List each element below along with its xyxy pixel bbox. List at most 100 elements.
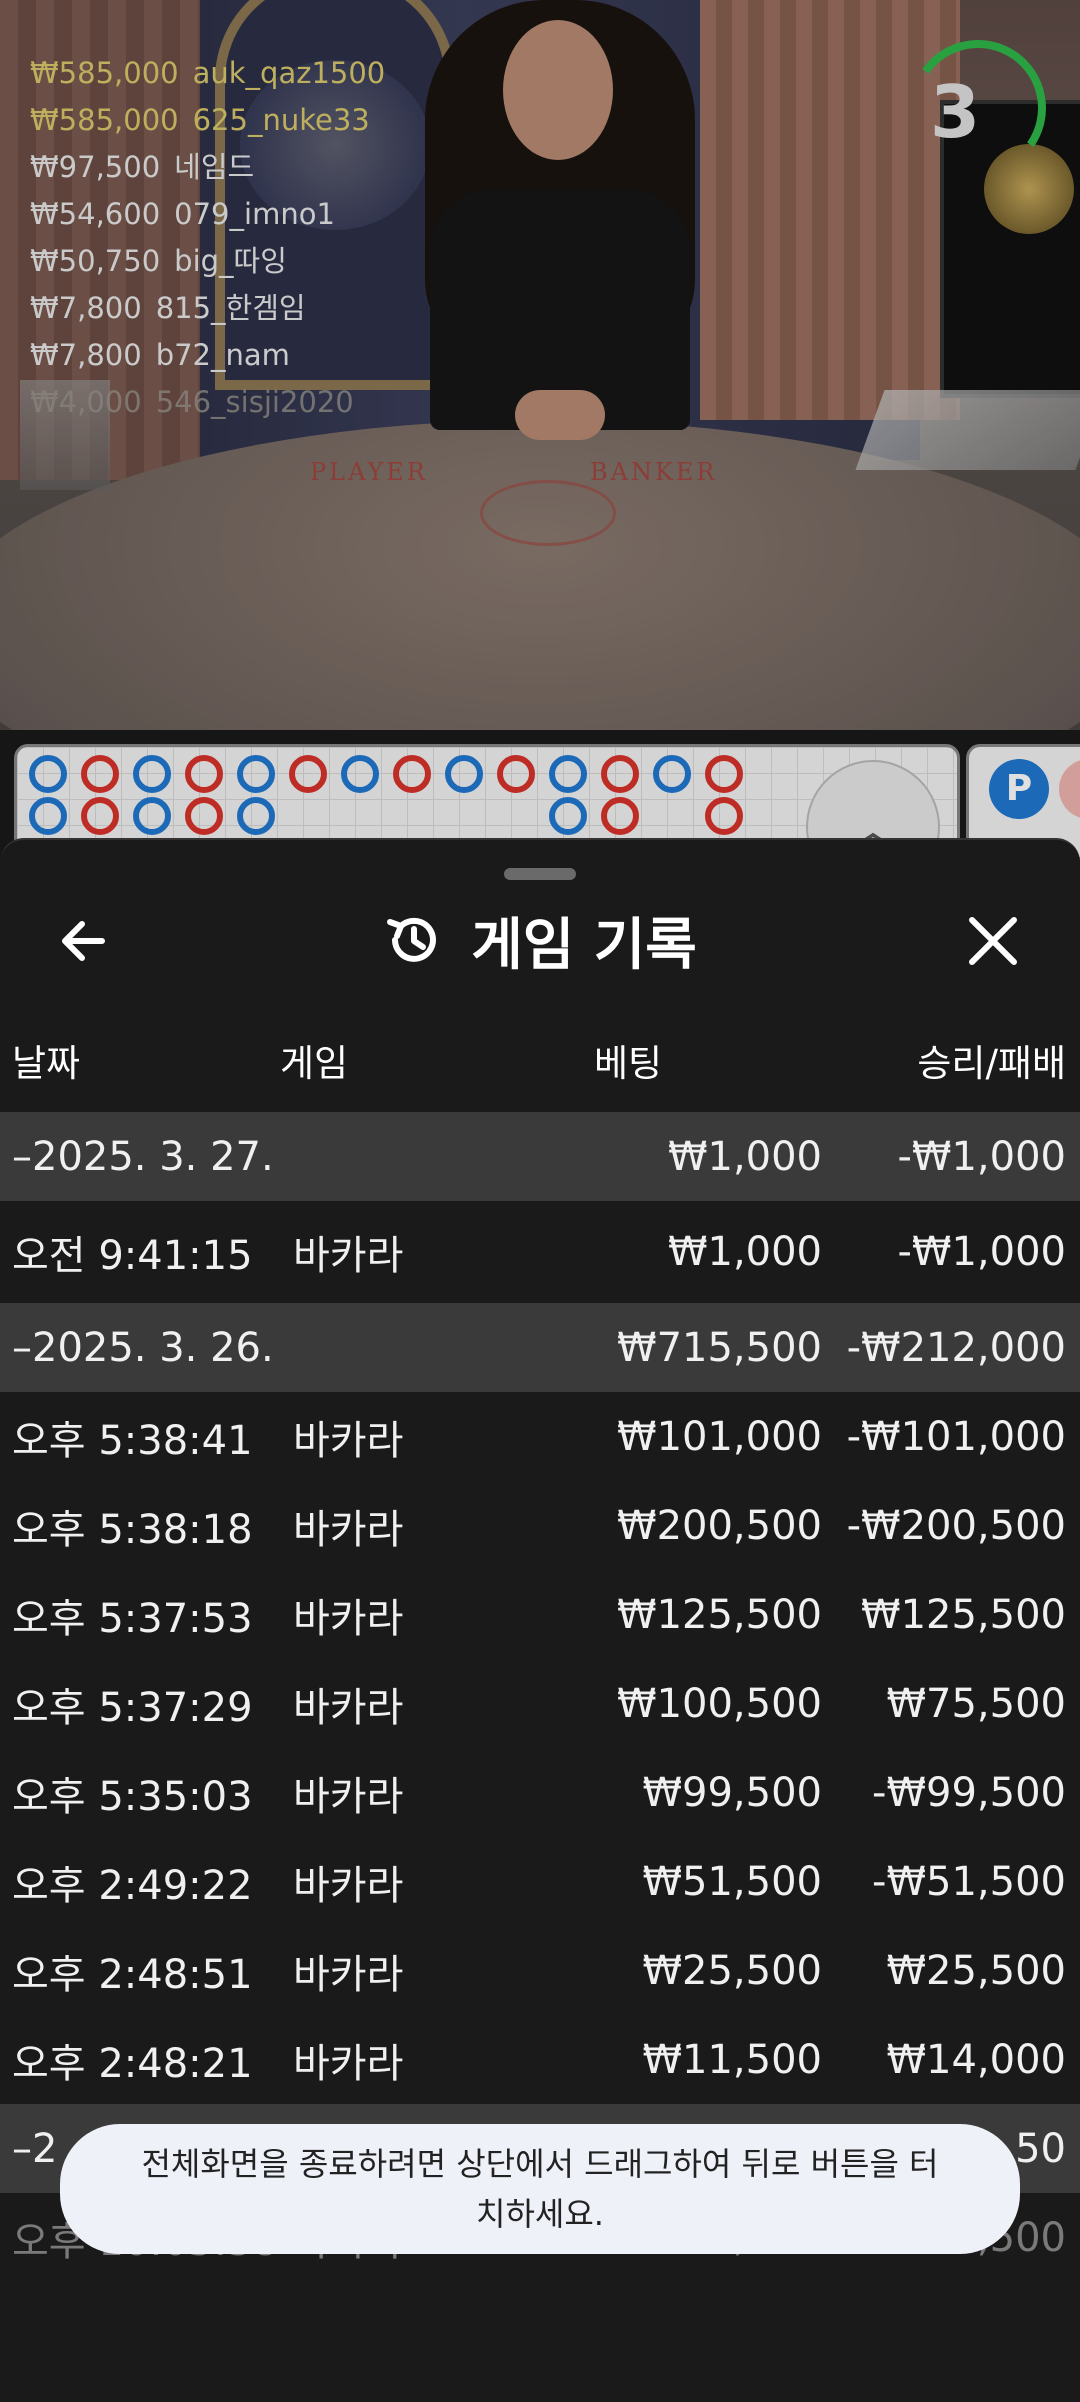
row-result: ₩75,500 bbox=[886, 1680, 1066, 1727]
winner-entry: ₩585,000 auk_qaz1500 bbox=[30, 50, 385, 97]
banker-bead bbox=[601, 755, 639, 793]
drag-handle[interactable] bbox=[504, 868, 576, 880]
column-header-date: 날짜 bbox=[12, 1042, 81, 1085]
group-date: –2 bbox=[12, 2125, 58, 2172]
player-bead bbox=[237, 797, 275, 835]
banker-bead bbox=[185, 797, 223, 835]
row-bet: ₩11,500 bbox=[642, 2036, 822, 2083]
group-result-total: -₩1,000 bbox=[897, 1133, 1067, 1180]
winner-name: 625_nuke33 bbox=[192, 103, 370, 137]
winners-list: ₩585,000 auk_qaz1500 ₩585,000 625_nuke33 ₩97… bbox=[30, 50, 385, 426]
row-game: 바카라 bbox=[293, 1684, 404, 1731]
winner-amount: ₩585,000 bbox=[30, 56, 179, 90]
table-emblem bbox=[480, 480, 616, 546]
group-date: –2025. 3. 27. bbox=[12, 1133, 274, 1180]
row-bet: ₩25,500 bbox=[642, 1947, 822, 1994]
row-result: -₩101,000 bbox=[846, 1413, 1066, 1460]
row-game: 바카라 bbox=[293, 1595, 404, 1642]
row-game: 바카라 bbox=[293, 1233, 404, 1279]
history-icon bbox=[387, 917, 437, 962]
row-result: ₩125,500 bbox=[861, 1591, 1066, 1638]
winner-name: 079_imno1 bbox=[174, 197, 335, 231]
row-bet: ₩99,500 bbox=[642, 1769, 822, 1816]
dealer-face bbox=[503, 20, 613, 160]
column-header-bet: 베팅 bbox=[594, 1042, 663, 1085]
column-header-game: 게임 bbox=[280, 1042, 349, 1085]
date-group-row[interactable]: –2025. 3. 27. ₩1,000 -₩1,000 bbox=[0, 1112, 1080, 1201]
banker-badge bbox=[1059, 759, 1080, 819]
banker-bead bbox=[705, 797, 743, 835]
player-bead bbox=[445, 755, 483, 793]
winner-amount: ₩7,800 bbox=[30, 291, 142, 325]
player-bead bbox=[29, 797, 67, 835]
row-game: 바카라 bbox=[293, 1506, 404, 1553]
row-time: 오후 2:49:22 bbox=[12, 1862, 253, 1909]
row-bet: ₩101,000 bbox=[617, 1413, 822, 1460]
banker-bead bbox=[81, 755, 119, 793]
player-bead bbox=[133, 755, 171, 793]
row-game: 바카라 bbox=[293, 1417, 404, 1464]
countdown-timer: 3 bbox=[930, 70, 981, 154]
winner-name: 네임드 bbox=[174, 150, 255, 184]
winner-entry: ₩54,600 079_imno1 bbox=[30, 191, 385, 238]
winner-entry: ₩50,750 big_따잉 bbox=[30, 238, 385, 285]
row-time: 오후 5:37:53 bbox=[12, 1595, 253, 1642]
row-time: 오전 9:41:15 bbox=[12, 1233, 253, 1279]
group-bet-total: ₩715,500 bbox=[617, 1324, 822, 1371]
winner-name: 546_sisji2020 bbox=[155, 385, 354, 419]
history-row[interactable]: 오후 2:49:22 바카라 ₩51,500 -₩51,500 bbox=[0, 1837, 1080, 1926]
history-row[interactable]: 오후 2:48:21 바카라 ₩11,500 ₩14,000 bbox=[0, 2015, 1080, 2104]
banker-bead bbox=[601, 797, 639, 835]
winner-entry: ₩585,000 625_nuke33 bbox=[30, 97, 385, 144]
winner-entry: ₩7,800 815_한겜임 bbox=[30, 285, 385, 332]
player-bead bbox=[653, 755, 691, 793]
row-bet: ₩125,500 bbox=[617, 1591, 822, 1638]
row-time: 오후 5:38:41 bbox=[12, 1417, 253, 1464]
column-header-result: 승리/패배 bbox=[917, 1042, 1066, 1085]
fullscreen-toast: 전체화면을 종료하려면 상단에서 드래그하여 뒤로 버튼을 터치하세요. bbox=[60, 2124, 1020, 2254]
winner-entry: ₩4,000 546_sisji2020 bbox=[30, 379, 385, 426]
row-result: -₩51,500 bbox=[872, 1858, 1066, 1905]
winner-amount: ₩4,000 bbox=[30, 385, 142, 419]
winner-amount: ₩97,500 bbox=[30, 150, 161, 184]
banker-bead bbox=[185, 755, 223, 793]
player-bead bbox=[549, 797, 587, 835]
history-row[interactable]: 오후 5:37:29 바카라 ₩100,500 ₩75,500 bbox=[0, 1659, 1080, 1748]
close-icon[interactable] bbox=[958, 906, 1028, 976]
history-row[interactable]: 오후 2:48:51 바카라 ₩25,500 ₩25,500 bbox=[0, 1926, 1080, 2015]
row-game: 바카라 bbox=[293, 1862, 404, 1909]
player-bead bbox=[549, 755, 587, 793]
banker-bead bbox=[393, 755, 431, 793]
date-group-row[interactable]: –2025. 3. 26. ₩715,500 -₩212,000 bbox=[0, 1303, 1080, 1392]
history-row[interactable]: 오후 5:38:41 바카라 ₩101,000 -₩101,000 bbox=[0, 1392, 1080, 1481]
group-result-total: -₩212,000 bbox=[846, 1324, 1066, 1371]
row-result: -₩200,500 bbox=[846, 1502, 1066, 1549]
row-result: ₩25,500 bbox=[886, 1947, 1066, 1994]
group-date: –2025. 3. 26. bbox=[12, 1324, 274, 1371]
banker-bead bbox=[81, 797, 119, 835]
row-time: 오후 5:35:03 bbox=[12, 1773, 253, 1820]
live-video[interactable]: PLAYER BANKER 3 ₩585,000 auk_qaz1500 ₩585,… bbox=[0, 0, 1080, 730]
row-bet: ₩100,500 bbox=[617, 1680, 822, 1727]
row-bet: ₩51,500 bbox=[642, 1858, 822, 1905]
table-label-player: PLAYER bbox=[310, 458, 428, 486]
table-label-banker: BANKER bbox=[590, 458, 718, 486]
row-result: -₩1,000 bbox=[897, 1229, 1067, 1275]
banker-bead bbox=[705, 755, 743, 793]
winner-name: b72_nam bbox=[155, 338, 290, 372]
group-result-total: 50 bbox=[1015, 2125, 1066, 2172]
toast-message: 전체화면을 종료하려면 상단에서 드래그하여 뒤로 버튼을 터치하세요. bbox=[141, 2145, 939, 2233]
history-row[interactable]: 오후 5:37:53 바카라 ₩125,500 ₩125,500 bbox=[0, 1570, 1080, 1659]
winner-name: auk_qaz1500 bbox=[192, 56, 386, 90]
history-row[interactable]: 오전 9:41:15 바카라 ₩1,000 -₩1,000 bbox=[0, 1201, 1080, 1303]
row-game: 바카라 bbox=[293, 2040, 404, 2087]
row-time: 오후 5:37:29 bbox=[12, 1684, 253, 1731]
history-row[interactable]: 오후 5:38:18 바카라 ₩200,500 -₩200,500 bbox=[0, 1481, 1080, 1570]
winner-amount: ₩7,800 bbox=[30, 338, 142, 372]
history-table: –2025. 3. 27. ₩1,000 -₩1,000 오전 9:41:15 바카라 ₩… bbox=[0, 1112, 1080, 2282]
history-row[interactable]: 오후 5:35:03 바카라 ₩99,500 -₩99,500 bbox=[0, 1748, 1080, 1837]
banker-bead bbox=[289, 755, 327, 793]
group-bet-total: ₩1,000 bbox=[667, 1133, 822, 1180]
curtain-right bbox=[700, 0, 960, 420]
row-bet: ₩200,500 bbox=[617, 1502, 822, 1549]
